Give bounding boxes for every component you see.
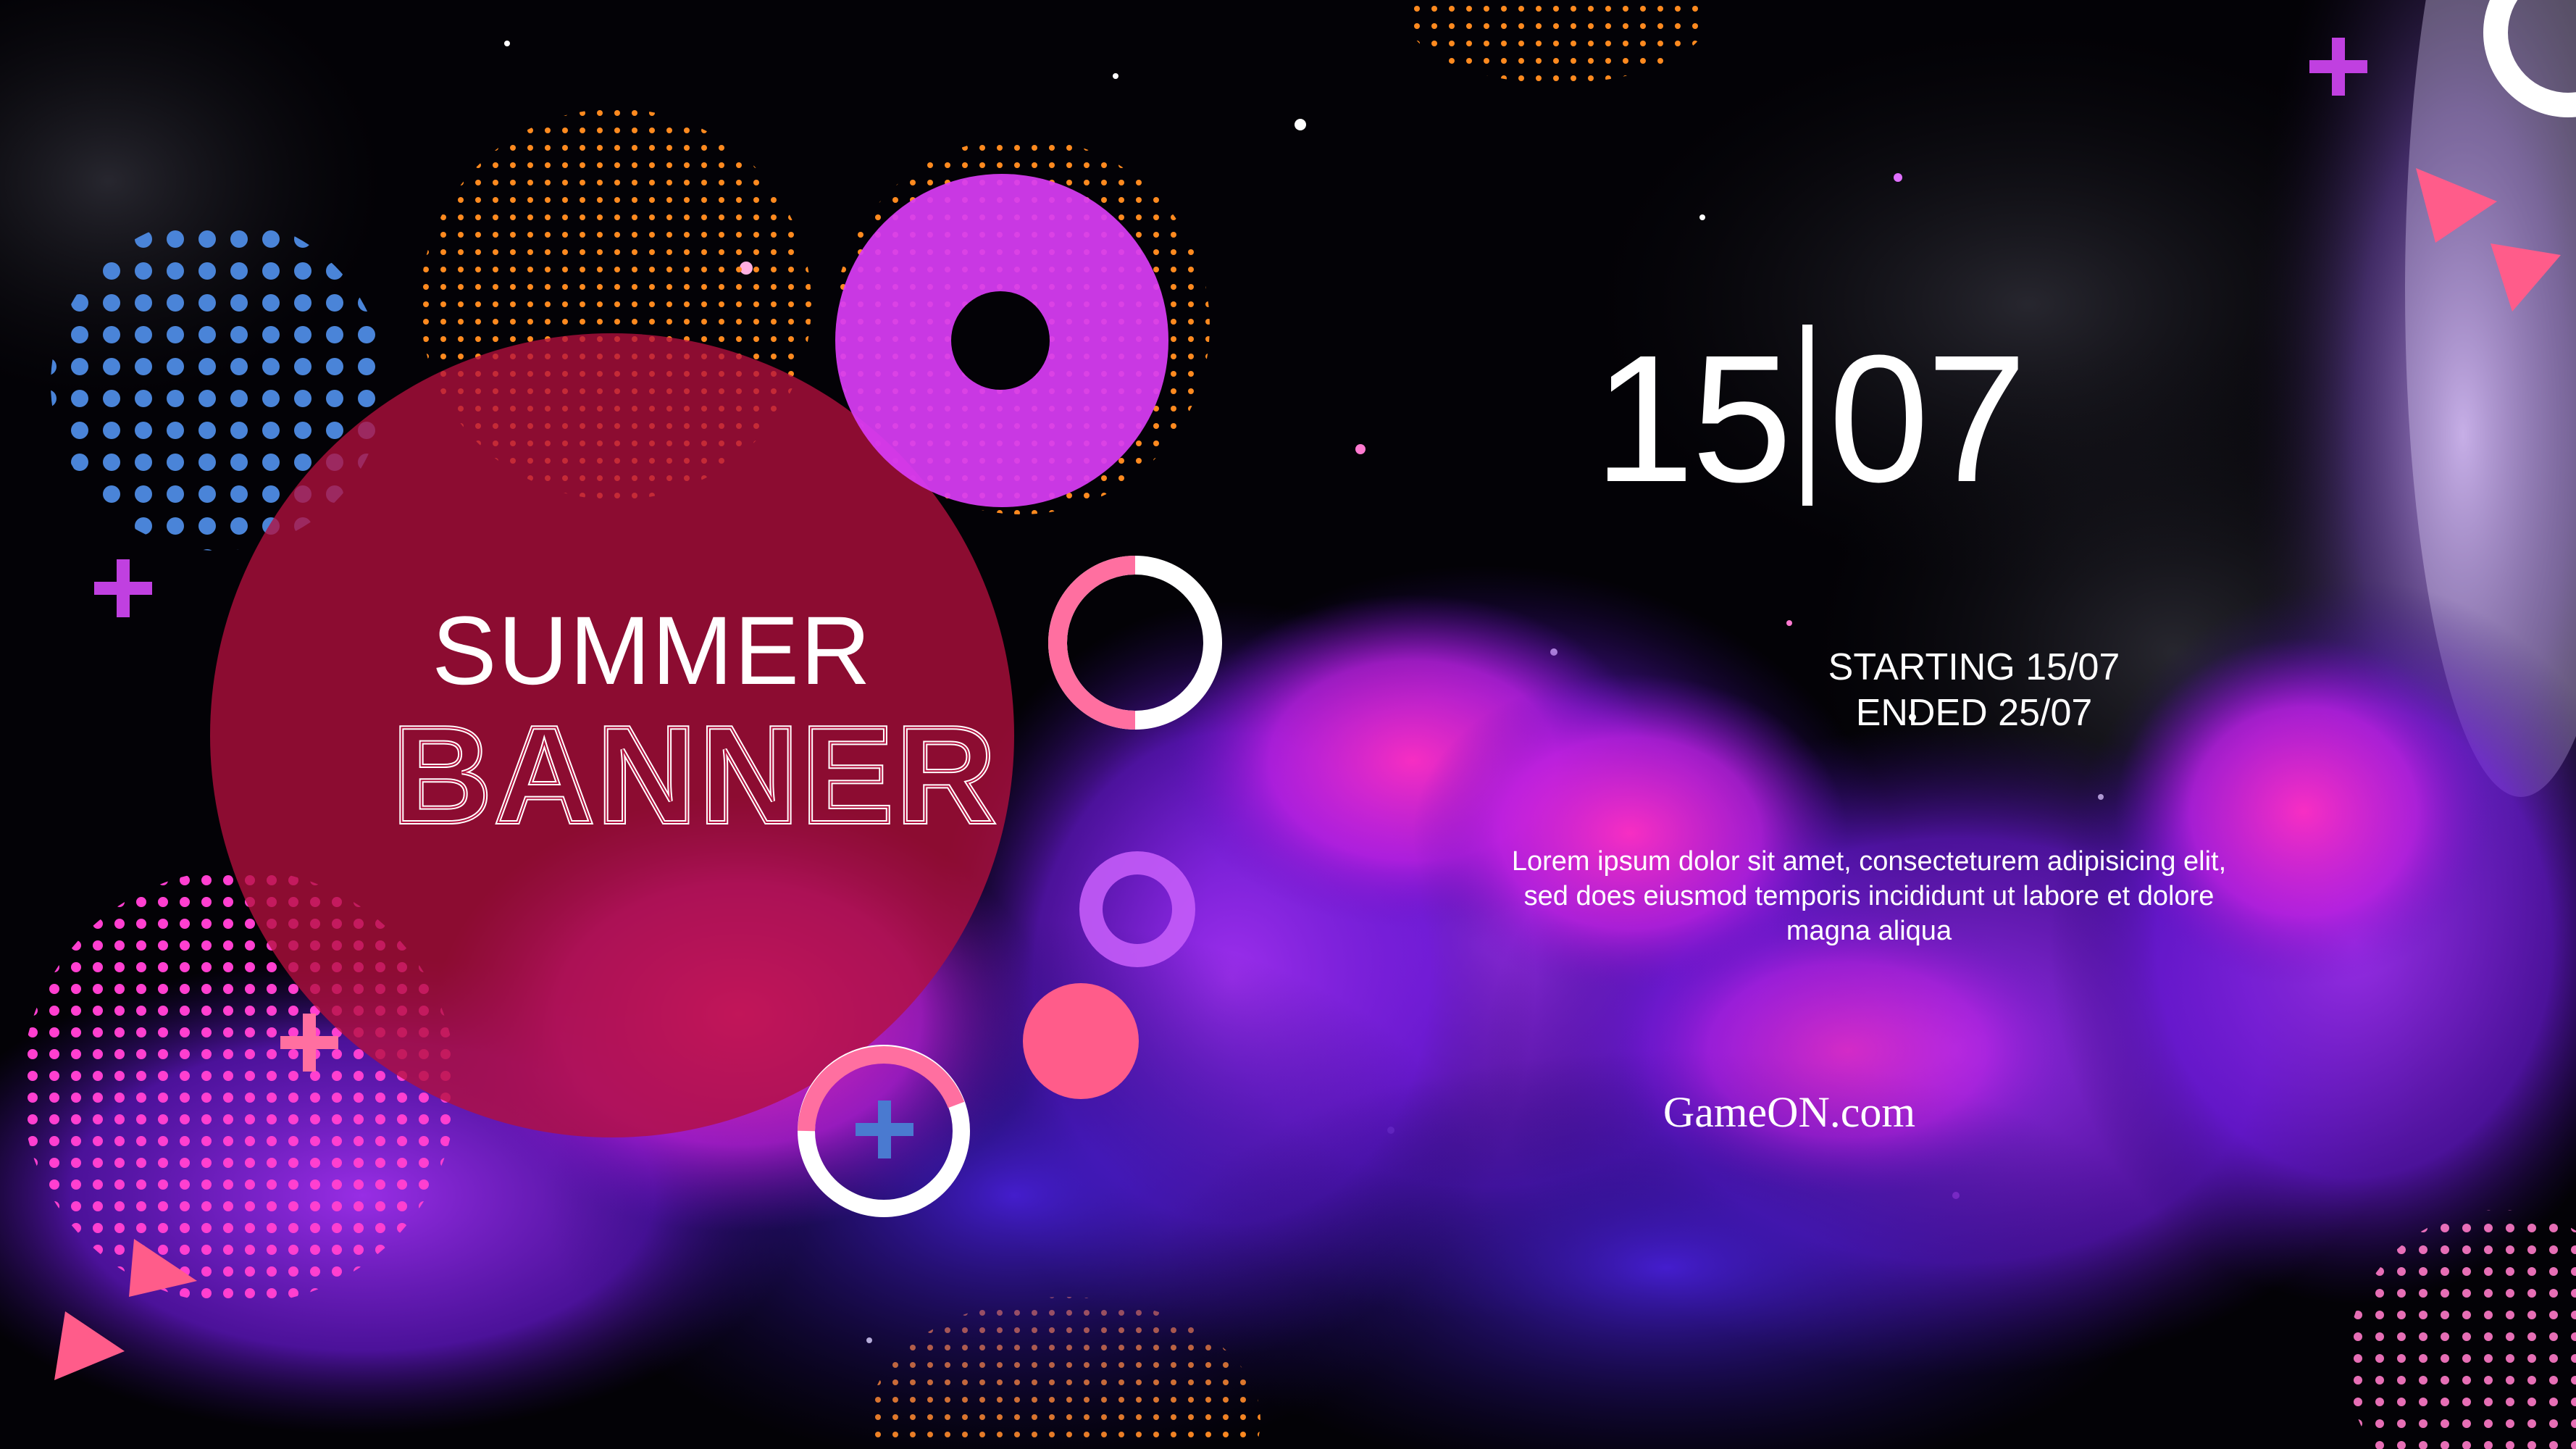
body-paragraph: Lorem ipsum dolor sit amet, consecteture…: [1511, 846, 2227, 946]
title-summer: SUMMER: [432, 597, 872, 705]
date-separator: [1802, 325, 1813, 506]
website-link[interactable]: GameON.com: [1565, 1090, 2014, 1134]
magenta-disc-hole: [951, 291, 1050, 390]
date-day: 15: [1594, 317, 1792, 519]
start-date-text: STARTING 15/07: [1828, 646, 2120, 688]
pink-dot: [1023, 983, 1139, 1099]
date-month: 07: [1828, 317, 2027, 519]
summer-banner-poster: SUMMER BANNER BANNER 15 07 STARTING 15/07…: [0, 0, 2576, 1449]
end-date-text: ENDED 25/07: [1855, 692, 2093, 734]
date-display: 15 07: [1594, 325, 2027, 509]
orange-dot-cap-top: [1405, 0, 1710, 83]
plus-icon-left: [94, 559, 152, 617]
